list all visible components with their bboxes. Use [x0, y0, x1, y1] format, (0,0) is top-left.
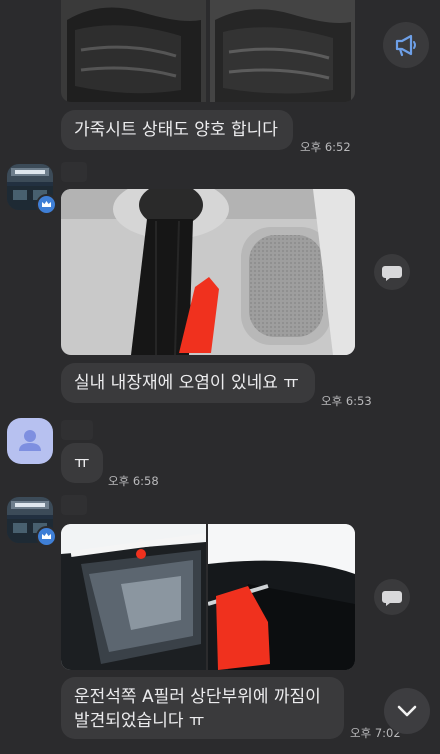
crown-icon: [36, 526, 57, 547]
photo-a-pillar-left[interactable]: [61, 524, 206, 670]
message-text-line-1: 운전석쪽 A필러 상단부위에 까짐이: [74, 687, 321, 707]
chevron-down-icon: [397, 705, 417, 717]
a-pillar-right-image: [208, 524, 355, 670]
message-text-line-2: 발견되었습니다 ㅠ: [74, 711, 205, 731]
message-text: ㅠ: [74, 453, 90, 473]
sender-name: [61, 162, 87, 182]
avatar[interactable]: [7, 418, 53, 464]
message-bubble[interactable]: ㅠ: [61, 443, 103, 483]
photo-a-pillar-right[interactable]: [208, 524, 355, 670]
seatbelt-interior-image: [61, 189, 355, 355]
speech-bubble-icon: [382, 591, 402, 606]
leather-seats-image: [61, 0, 355, 102]
message-bubble[interactable]: 실내 내장재에 오염이 있네요 ㅠ: [61, 363, 315, 403]
message-text: 가죽시트 상태도 양호 합니다: [74, 120, 278, 140]
megaphone-icon: [395, 34, 416, 57]
message-bubble[interactable]: 가죽시트 상태도 양호 합니다: [61, 110, 293, 150]
message-timestamp: 오후 6:53: [321, 394, 372, 408]
person-icon: [19, 430, 41, 451]
crown-icon: [36, 194, 57, 215]
message-timestamp: 오후 6:58: [108, 474, 159, 488]
sender-name: [61, 495, 87, 515]
speech-bubble-icon: [382, 266, 402, 281]
scroll-down-button[interactable]: [384, 688, 430, 734]
photo-seatbelt-interior[interactable]: [61, 189, 355, 355]
comment-button[interactable]: [374, 579, 410, 615]
announcement-button[interactable]: [383, 22, 429, 68]
message-bubble[interactable]: 운전석쪽 A필러 상단부위에 까짐이 발견되었습니다 ㅠ: [61, 677, 344, 739]
photo-leather-seats[interactable]: [61, 0, 355, 102]
message-text: 실내 내장재에 오염이 있네요 ㅠ: [74, 373, 299, 393]
comment-button[interactable]: [374, 254, 410, 290]
message-timestamp: 오후 6:52: [300, 140, 351, 154]
a-pillar-left-image: [61, 524, 206, 670]
sender-name: [61, 420, 93, 440]
